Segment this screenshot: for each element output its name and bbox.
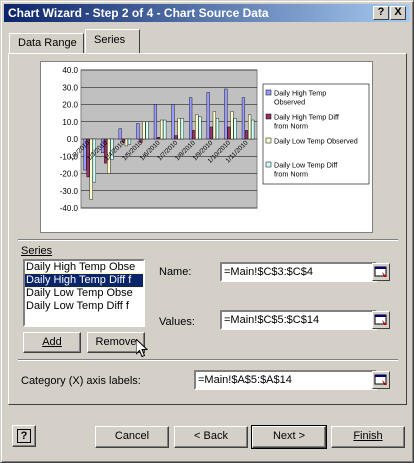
legend-swatch xyxy=(265,89,272,96)
name-label: Name: xyxy=(159,266,192,278)
chart-bar xyxy=(247,114,252,140)
cancel-button[interactable]: Cancel xyxy=(95,426,169,448)
mouse-cursor-icon xyxy=(136,339,148,358)
y-tick-label: 30.0 xyxy=(62,83,78,92)
chart-bar xyxy=(230,111,234,140)
separator xyxy=(18,359,398,361)
chart-svg: 40.030.020.010.00.0-10.0-20.0-30.0-40.01… xyxy=(60,66,370,213)
chart-bar xyxy=(241,97,246,140)
chart-bar xyxy=(89,138,93,200)
collapse-dialog-icon xyxy=(374,374,387,385)
add-series-button[interactable]: Add xyxy=(23,332,81,353)
legend-entry: Daily Low Temp Observed xyxy=(274,137,358,146)
chart-bar xyxy=(177,118,181,140)
values-label: Values: xyxy=(159,316,195,328)
chart-wizard-dialog: Chart Wizard - Step 2 of 4 - Chart Sourc… xyxy=(0,0,414,463)
legend-swatch xyxy=(265,137,272,144)
collapse-dialog-icon xyxy=(374,314,387,325)
chart-bar xyxy=(180,118,184,140)
tab-panel-series: 40.0 30.0 20.0 10.0 0.0 -10.0 -20.0 -30.0 -40.0 1… xyxy=(8,53,407,405)
chart-bar xyxy=(195,114,199,140)
separator xyxy=(18,239,398,241)
chart-bar xyxy=(163,119,167,140)
back-button[interactable]: < Back xyxy=(174,426,248,448)
chart-bar xyxy=(227,126,231,140)
y-tick-label: -30.0 xyxy=(60,187,79,196)
chart-bar xyxy=(244,130,249,140)
close-icon: X xyxy=(394,6,402,18)
title-bar: Chart Wizard - Step 2 of 4 - Chart Sourc… xyxy=(4,4,410,22)
series-list-item[interactable]: Daily Low Temp Obse xyxy=(25,287,143,300)
category-axis-label: Category (X) axis labels: xyxy=(21,375,141,387)
values-collapse-dialog-button[interactable] xyxy=(372,311,390,329)
values-field[interactable]: =Main!$C$5:$C$14 xyxy=(220,310,377,330)
chart-bar xyxy=(118,128,122,140)
y-tick-label: 10.0 xyxy=(62,118,78,127)
series-list-item[interactable]: Daily High Temp Obse xyxy=(25,261,143,274)
tab-data-range[interactable]: Data Range xyxy=(9,33,84,53)
y-tick-label: 0.0 xyxy=(67,135,79,144)
chart-bar xyxy=(206,92,210,140)
category-axis-field[interactable]: =Main!$A$5:$A$14 xyxy=(194,370,377,390)
y-tick-label: 20.0 xyxy=(62,101,78,110)
chart-bar xyxy=(212,111,216,140)
legend-swatch xyxy=(265,161,272,168)
window-title: Chart Wizard - Step 2 of 4 - Chart Sourc… xyxy=(8,6,269,20)
close-button[interactable]: X xyxy=(390,6,406,20)
chart-bar xyxy=(209,126,213,140)
chart-bar xyxy=(215,118,220,140)
chart-bar xyxy=(156,137,161,140)
chart-bar xyxy=(142,121,146,140)
chart-bar xyxy=(153,104,158,140)
tab-series[interactable]: Series xyxy=(85,29,140,53)
y-tick-label: 40.0 xyxy=(62,66,78,75)
series-listbox[interactable]: Daily High Temp Obse Daily High Temp Dif… xyxy=(23,259,145,327)
chart-bar xyxy=(136,123,140,140)
legend-swatch xyxy=(265,113,272,120)
next-button[interactable]: Next > xyxy=(251,425,327,449)
chart-bar xyxy=(171,104,175,140)
series-list-item-selected[interactable]: Daily High Temp Diff f xyxy=(25,273,143,288)
y-tick-label: -20.0 xyxy=(60,170,79,179)
help-icon: ? xyxy=(377,6,385,18)
finish-button[interactable]: Finish xyxy=(331,426,405,448)
chart-bar xyxy=(92,138,96,183)
chart-bar xyxy=(189,97,193,140)
collapse-dialog-icon xyxy=(374,266,387,277)
help-button[interactable]: ? xyxy=(12,425,36,447)
chart-bar xyxy=(159,119,164,140)
y-tick-label: -40.0 xyxy=(60,204,79,213)
chart-preview: 40.0 30.0 20.0 10.0 0.0 -10.0 -20.0 -30.0 -40.0 1… xyxy=(40,61,373,233)
help-icon: ? xyxy=(17,429,31,443)
name-field[interactable]: =Main!$C$3:$C$4 xyxy=(220,262,377,282)
series-list-item[interactable]: Daily Low Temp Diff f xyxy=(25,300,143,313)
chart-bar xyxy=(251,119,255,140)
chart-bar xyxy=(174,135,178,140)
category-collapse-dialog-button[interactable] xyxy=(372,371,390,389)
chart-bar xyxy=(145,121,149,140)
chart-bar xyxy=(233,118,237,140)
chart-bar xyxy=(127,138,132,145)
chart-bar xyxy=(224,88,228,140)
series-section-label: Series xyxy=(21,245,53,257)
name-collapse-dialog-button[interactable] xyxy=(372,263,390,281)
chart-bar xyxy=(192,130,196,140)
chart-bar xyxy=(198,116,202,140)
help-title-button[interactable]: ? xyxy=(373,6,389,20)
